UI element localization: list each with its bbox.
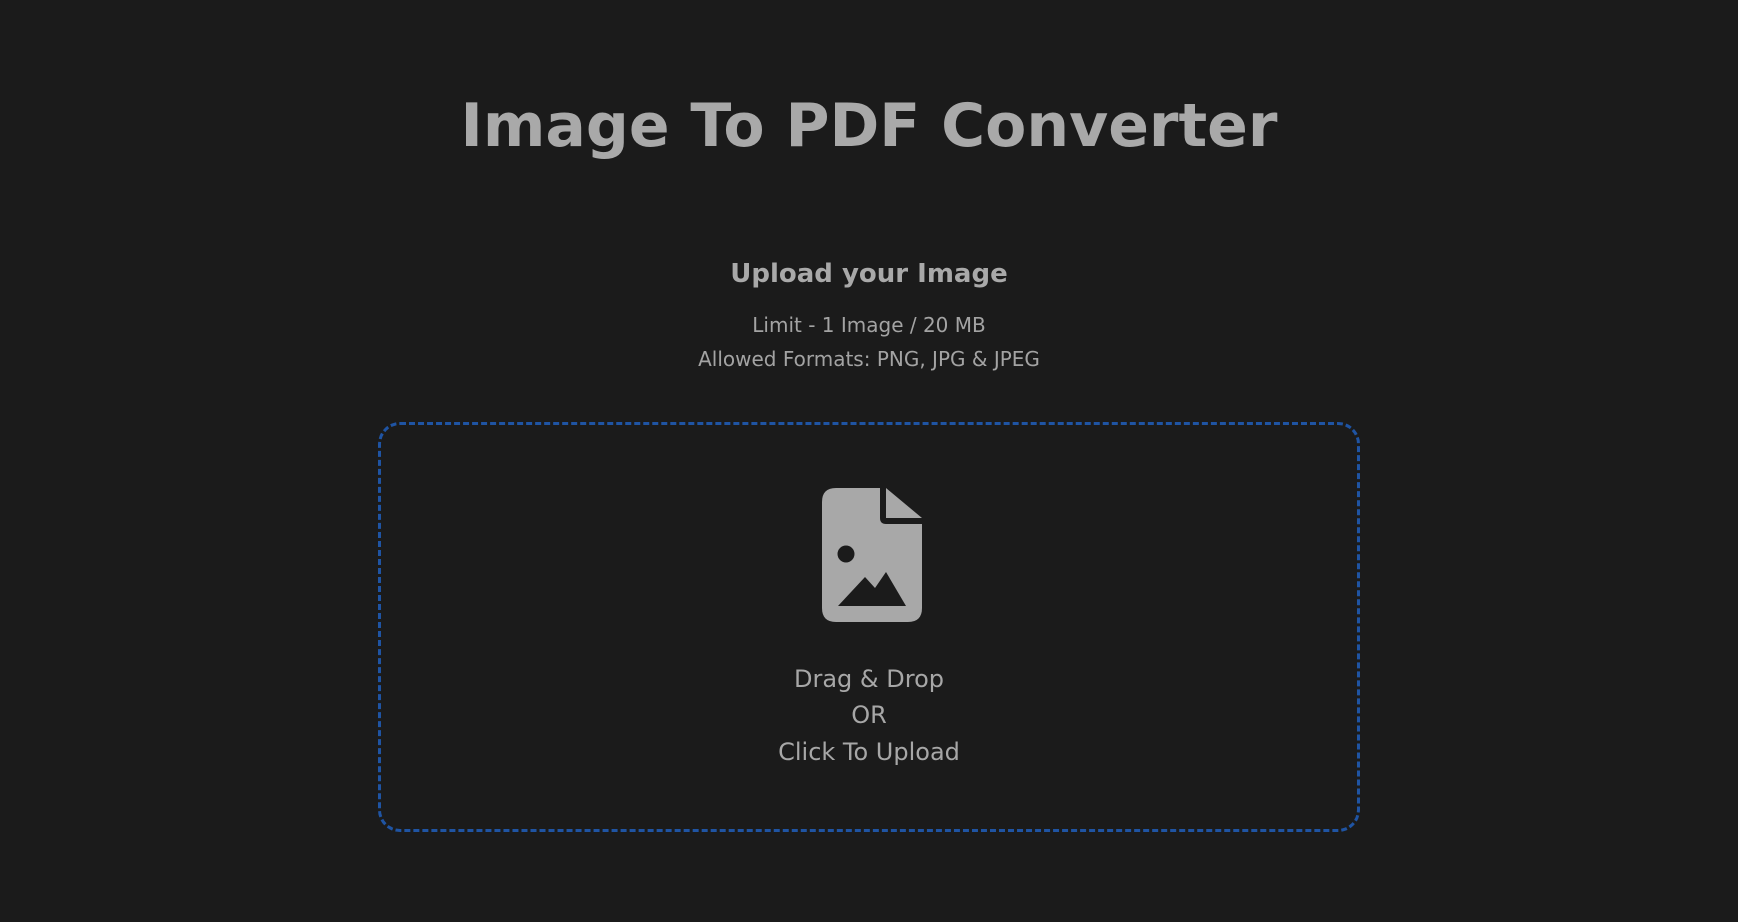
upload-limit-text: Limit - 1 Image / 20 MB (752, 313, 986, 337)
file-image-icon (822, 488, 922, 622)
page-title: Image To PDF Converter (460, 91, 1278, 161)
image-drop-zone[interactable]: Drag & Drop OR Click To Upload (378, 422, 1360, 832)
allowed-formats-text: Allowed Formats: PNG, JPG & JPEG (698, 347, 1040, 371)
upload-heading: Upload your Image (730, 259, 1008, 289)
or-separator-text: OR (851, 701, 887, 729)
click-to-upload-text[interactable]: Click To Upload (381, 734, 1357, 770)
drag-drop-text: Drag & Drop (794, 665, 944, 693)
